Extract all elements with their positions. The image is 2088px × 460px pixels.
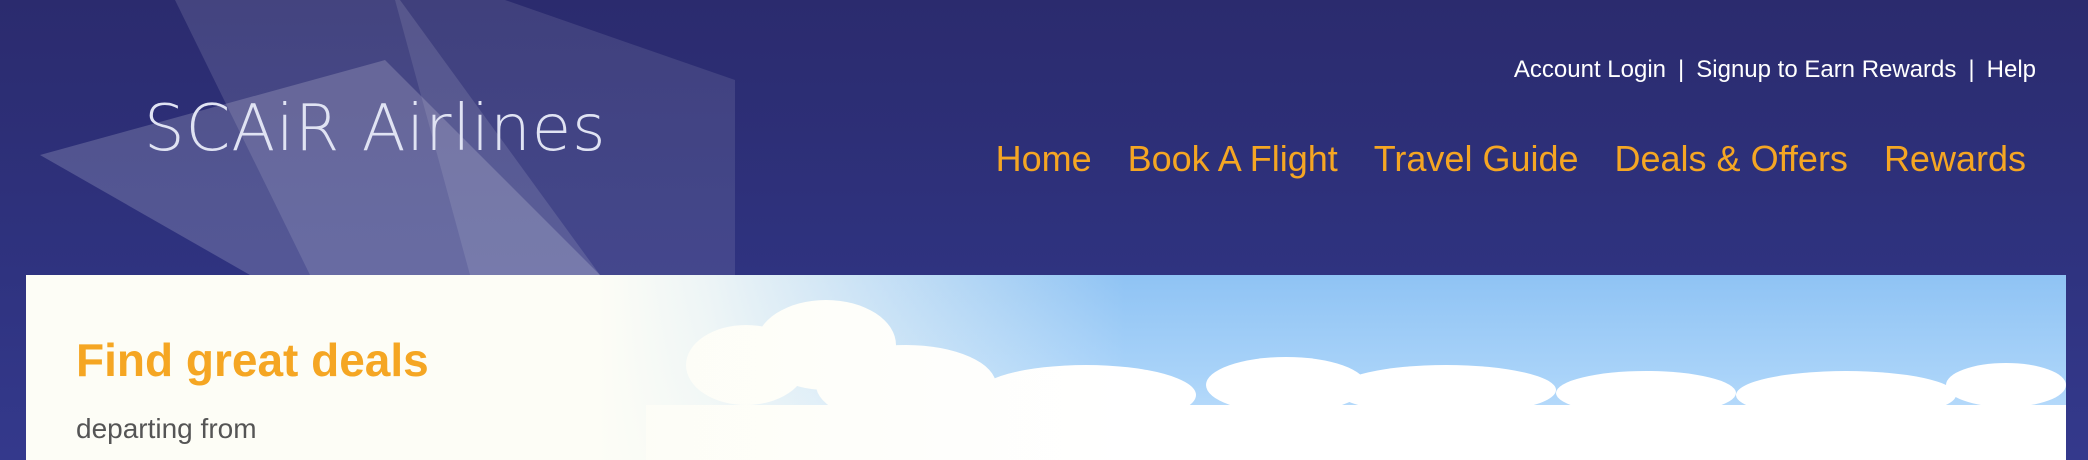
account-login-link[interactable]: Account Login <box>1514 56 1666 83</box>
nav-rewards[interactable]: Rewards <box>1884 138 2026 180</box>
hero-title: Find great deals <box>76 334 429 386</box>
nav-deals-offers[interactable]: Deals & Offers <box>1615 138 1848 180</box>
separator: | <box>1678 56 1685 83</box>
hero-banner: Find great deals departing from <box>26 275 2066 460</box>
signup-rewards-link[interactable]: Signup to Earn Rewards <box>1696 56 1956 83</box>
utility-nav: Account Login | Signup to Earn Rewards | Hel… <box>1514 56 2036 84</box>
separator: | <box>1968 56 1975 83</box>
brand-logo[interactable]: SCAiR Airlines <box>144 92 606 166</box>
help-link[interactable]: Help <box>1987 56 2036 83</box>
nav-book-a-flight[interactable]: Book A Flight <box>1128 138 1338 180</box>
departing-from-label: departing from <box>76 413 257 444</box>
nav-travel-guide[interactable]: Travel Guide <box>1374 138 1579 180</box>
main-nav: Home Book A Flight Travel Guide Deals & … <box>996 138 2026 180</box>
nav-home[interactable]: Home <box>996 138 1092 180</box>
